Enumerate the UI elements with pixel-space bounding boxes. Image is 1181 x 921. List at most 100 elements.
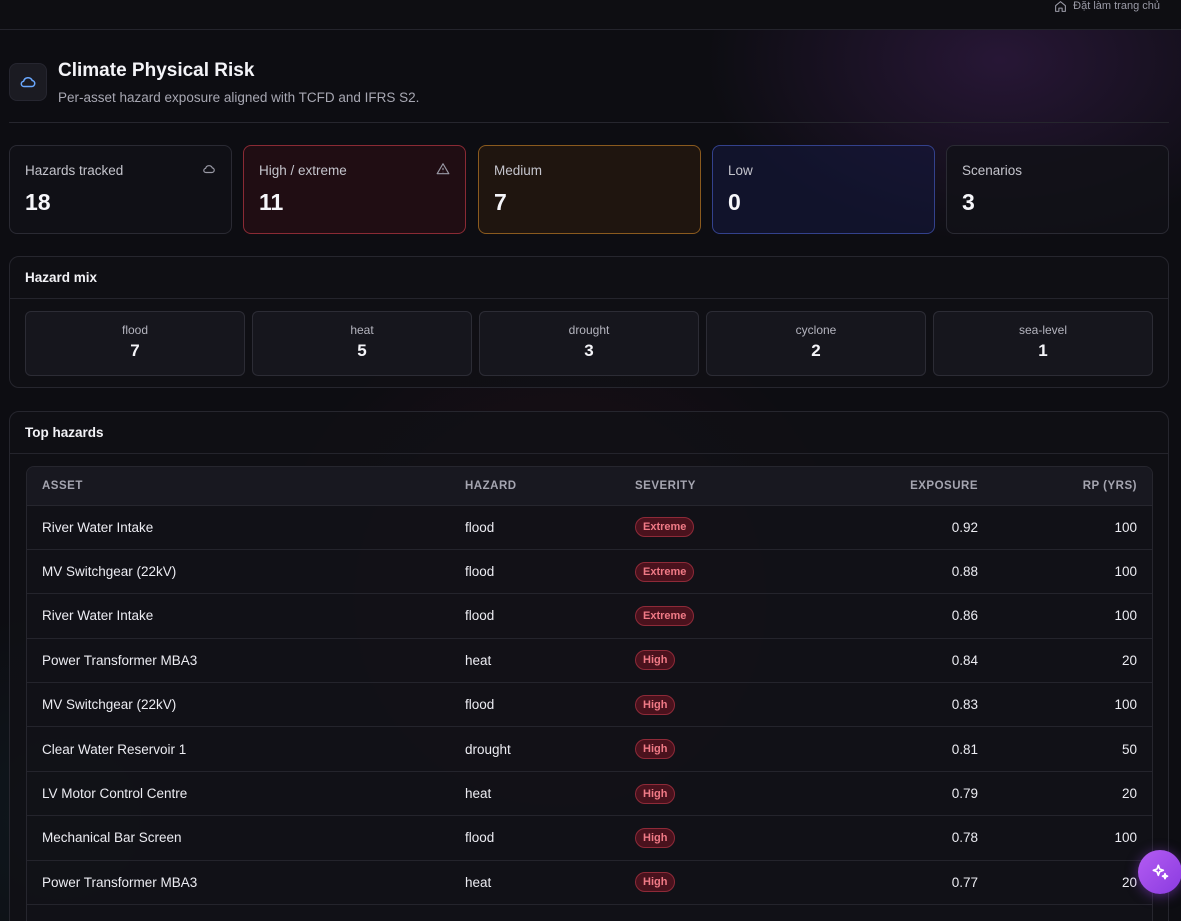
hazard-cell: flood <box>465 608 495 624</box>
stat-label: Medium <box>494 163 543 178</box>
table-row[interactable]: Power Transformer MBA3 heat High 0.77 20 <box>27 860 1152 905</box>
header-divider <box>9 122 1169 123</box>
table-row[interactable]: River Water Intake flood Extreme 0.92 100 <box>27 505 1152 550</box>
exposure-cell: 0.81 <box>951 741 978 757</box>
hazard-count: 7 <box>130 341 140 360</box>
exposure-cell: 0.78 <box>951 830 978 846</box>
hazard-name: flood <box>121 323 149 337</box>
hazard-cell: flood <box>465 519 495 535</box>
stat-label: High / extreme <box>259 163 347 178</box>
return-period-cell: 20 <box>1121 786 1137 802</box>
hazard-count: 2 <box>811 341 821 360</box>
table-row[interactable]: MV Switchgear (22kV) flood High 0.83 100 <box>27 683 1152 727</box>
hazard-count: 5 <box>357 341 367 360</box>
column-header-hazard[interactable]: HAZARD <box>465 467 635 506</box>
table-row[interactable]: LV Motor Control Centre heat High 0.79 20 <box>27 771 1152 816</box>
stat-low: Low 0 <box>712 145 935 234</box>
top-hazards-panel: Top hazards ASSET HAZARD SEVERITY EXPOSU… <box>9 411 1169 921</box>
asset-cell: MV Switchgear (22kV) <box>42 564 177 580</box>
stat-value: 3 <box>962 189 975 215</box>
stat-label: Hazards tracked <box>25 163 124 178</box>
stat-label: Low <box>728 163 753 178</box>
stat-value: 0 <box>728 189 741 215</box>
table-body: River Water Intake flood Extreme 0.92 100 MV … <box>27 505 1152 905</box>
return-period-cell: 50 <box>1121 741 1137 757</box>
warning-icon <box>436 163 450 175</box>
asset-cell: River Water Intake <box>42 608 154 624</box>
severity-badge: High <box>635 827 676 848</box>
column-header-exposure[interactable]: EXPOSURE <box>805 467 978 506</box>
severity-cell: High <box>635 683 805 727</box>
exposure-cell: 0.83 <box>951 697 978 713</box>
hazard-mix-card-heat: heat 5 <box>252 311 472 376</box>
exposure-cell: 0.86 <box>951 608 978 624</box>
table-row[interactable]: River Water Intake flood Extreme 0.86 100 <box>27 594 1152 639</box>
hazard-cell: heat <box>465 786 492 802</box>
home-icon <box>1055 0 1067 12</box>
hazard-name: sea-level <box>1018 323 1068 337</box>
exposure-cell: 0.92 <box>951 519 978 535</box>
column-header-asset[interactable]: ASSET <box>27 467 465 506</box>
asset-cell: Power Transformer MBA3 <box>42 652 198 668</box>
hazard-count: 3 <box>584 341 594 360</box>
severity-cell: Extreme <box>635 505 805 549</box>
top-hazards-table: ASSET HAZARD SEVERITY EXPOSURE RP (YRS) … <box>27 467 1152 905</box>
hazard-cell: flood <box>465 697 495 713</box>
severity-cell: High <box>635 638 805 682</box>
page-title: Climate Physical Risk <box>58 60 255 81</box>
ai-assistant-button[interactable] <box>1138 850 1181 894</box>
severity-badge: High <box>635 872 676 893</box>
severity-cell: High <box>635 860 805 904</box>
asset-cell: Clear Water Reservoir 1 <box>42 741 187 757</box>
hazard-count: 1 <box>1038 341 1048 360</box>
severity-cell: Extreme <box>635 594 805 638</box>
table-row[interactable]: Clear Water Reservoir 1 drought High 0.81 50 <box>27 727 1152 772</box>
column-header-severity[interactable]: SEVERITY <box>635 467 805 506</box>
stat-label: Scenarios <box>962 163 1023 178</box>
severity-badge: High <box>635 783 676 804</box>
stat-high-extreme: High / extreme 11 <box>243 145 466 234</box>
asset-cell: River Water Intake <box>42 519 154 535</box>
exposure-cell: 0.84 <box>951 652 978 668</box>
stat-scenarios: Scenarios 3 <box>946 145 1169 234</box>
hazard-cell: flood <box>465 564 495 580</box>
hazard-name: heat <box>350 323 374 337</box>
return-period-cell: 100 <box>1114 564 1137 580</box>
severity-cell: High <box>635 816 805 860</box>
severity-cell: Extreme <box>635 549 805 593</box>
return-period-cell: 20 <box>1121 652 1137 668</box>
cloud-icon <box>203 165 215 174</box>
severity-badge: Extreme <box>635 605 695 626</box>
return-period-cell: 100 <box>1114 830 1137 846</box>
severity-badge: Extreme <box>635 517 695 538</box>
top-bar: Đặt làm trang chủ <box>0 0 1181 30</box>
set-homepage-link[interactable]: Đặt làm trang chủ <box>1054 0 1160 14</box>
cloud-icon <box>20 77 36 88</box>
hazard-mix-card-drought: drought 3 <box>479 311 699 376</box>
stat-medium: Medium 7 <box>478 145 701 234</box>
hazard-name: cyclone <box>795 323 837 337</box>
severity-badge: High <box>635 650 676 671</box>
table-row[interactable]: Power Transformer MBA3 heat High 0.84 20 <box>27 638 1152 683</box>
table-row[interactable]: MV Switchgear (22kV) flood Extreme 0.88 100 <box>27 549 1152 594</box>
stat-hazards-tracked: Hazards tracked 18 <box>9 145 232 234</box>
column-header-rp[interactable]: RP (YRS) <box>978 467 1152 506</box>
hazard-mix-card-sea-level: sea-level 1 <box>933 311 1153 376</box>
exposure-cell: 0.77 <box>951 874 978 890</box>
severity-cell: High <box>635 727 805 771</box>
panel-title: Hazard mix <box>25 270 98 285</box>
asset-cell: Mechanical Bar Screen <box>42 830 182 846</box>
exposure-cell: 0.88 <box>951 564 978 580</box>
asset-cell: Power Transformer MBA3 <box>42 874 198 890</box>
stat-value: 7 <box>494 189 507 215</box>
exposure-cell: 0.79 <box>951 786 978 802</box>
table-header-row: ASSET HAZARD SEVERITY EXPOSURE RP (YRS) <box>27 467 1152 506</box>
hazard-cell: flood <box>465 830 495 846</box>
sparkles-icon <box>1152 864 1169 880</box>
severity-badge: High <box>635 739 676 760</box>
top-hazards-table-container[interactable]: ASSET HAZARD SEVERITY EXPOSURE RP (YRS) … <box>26 466 1153 921</box>
table-row[interactable]: Mechanical Bar Screen flood High 0.78 100 <box>27 816 1152 861</box>
stat-value: 11 <box>259 189 284 215</box>
severity-cell: High <box>635 771 805 815</box>
return-period-cell: 20 <box>1121 874 1137 890</box>
